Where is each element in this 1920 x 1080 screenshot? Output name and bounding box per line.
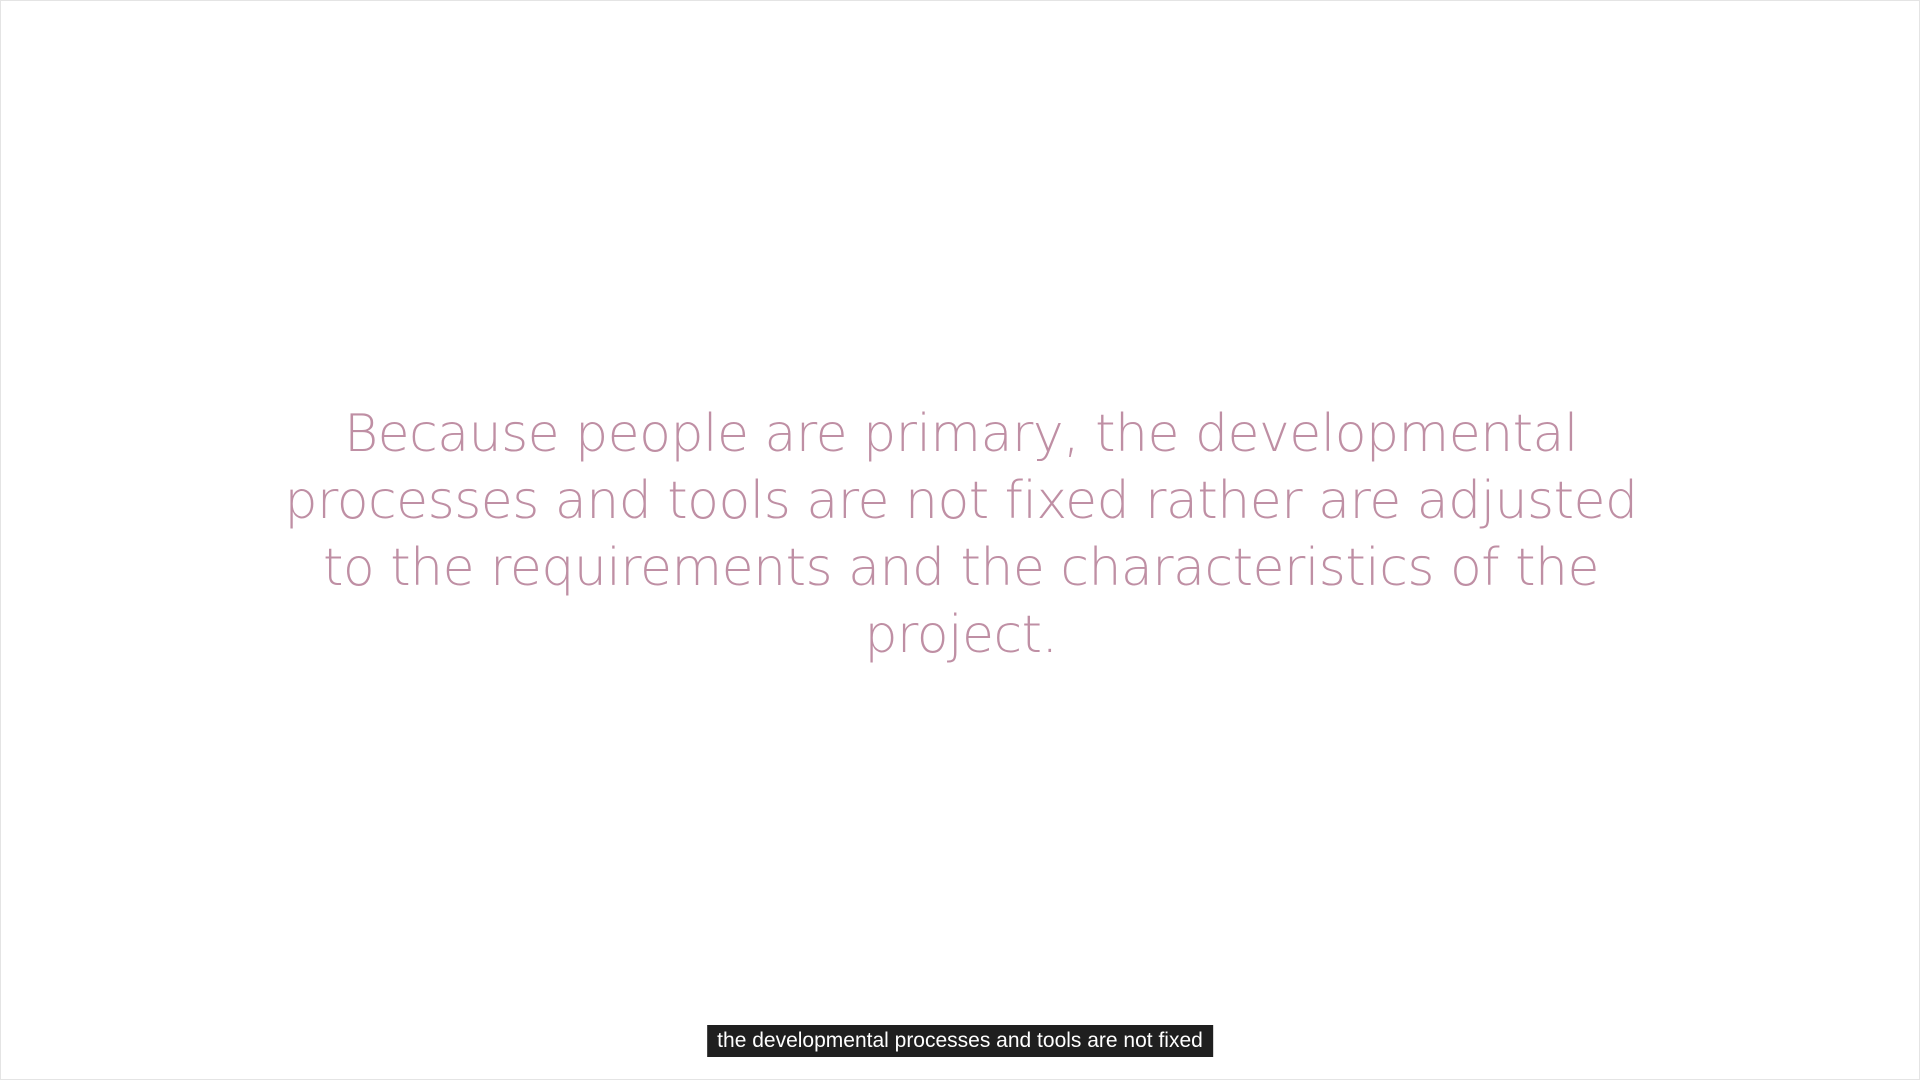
slide-quote: Because people are primary, the developm…	[284, 404, 1638, 665]
video-frame: Because people are primary, the developm…	[0, 0, 1920, 1080]
subtitle-caption: the developmental processes and tools ar…	[707, 1025, 1213, 1057]
